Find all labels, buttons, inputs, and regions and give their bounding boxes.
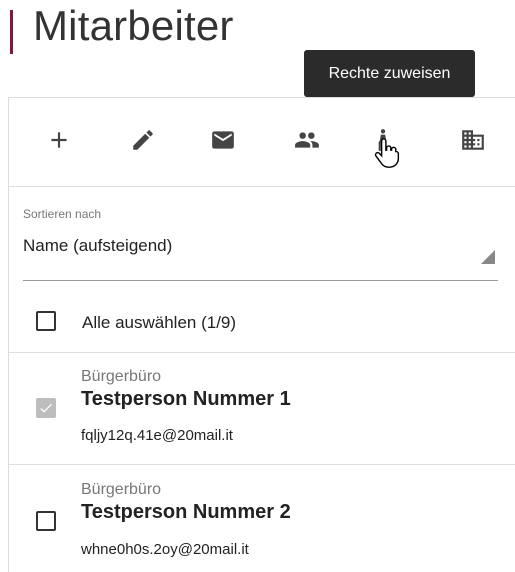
employee-email: fqljy12q.41e@20mail.it: [81, 427, 233, 444]
toolbar: [9, 98, 515, 187]
plus-icon: [51, 132, 67, 148]
add-button[interactable]: [41, 122, 77, 158]
groups-button[interactable]: [289, 122, 325, 158]
employee-org: Bürgerbüro: [81, 481, 162, 498]
employee-panel: Sortieren nach Name (aufsteigend) Alle a…: [8, 97, 515, 572]
edit-button[interactable]: [125, 122, 161, 158]
title-accent-bar: [10, 10, 13, 54]
group-icon: [295, 132, 319, 148]
list-divider: [9, 464, 515, 465]
sort-underline: [23, 280, 498, 281]
mail-icon: [212, 131, 234, 149]
employee-name: Testperson Nummer 2: [81, 501, 291, 523]
page-title: Mitarbeiter: [33, 2, 234, 49]
pencil-icon: [133, 130, 153, 150]
checkmark-icon: [40, 403, 52, 413]
select-all-label: Alle auswählen (1/9): [82, 313, 237, 332]
hand-cursor-icon: [374, 138, 400, 168]
employee-checkbox[interactable]: [36, 398, 56, 418]
employee-email: whne0h0s.2oy@20mail.it: [81, 541, 249, 558]
employee-name: Testperson Nummer 1: [81, 388, 291, 410]
sort-select[interactable]: Name (aufsteigend): [23, 236, 172, 256]
tooltip-assign-rights: Rechte zuweisen: [304, 50, 475, 97]
email-button[interactable]: [205, 122, 241, 158]
select-all-checkbox[interactable]: [36, 311, 56, 331]
organization-button[interactable]: [455, 122, 491, 158]
employee-org: Bürgerbüro: [81, 368, 162, 385]
dropdown-arrow-icon[interactable]: [481, 250, 495, 264]
list-divider: [9, 352, 515, 353]
employee-checkbox[interactable]: [36, 511, 56, 531]
sort-label: Sortieren nach: [23, 207, 102, 221]
building-icon: [462, 130, 484, 150]
